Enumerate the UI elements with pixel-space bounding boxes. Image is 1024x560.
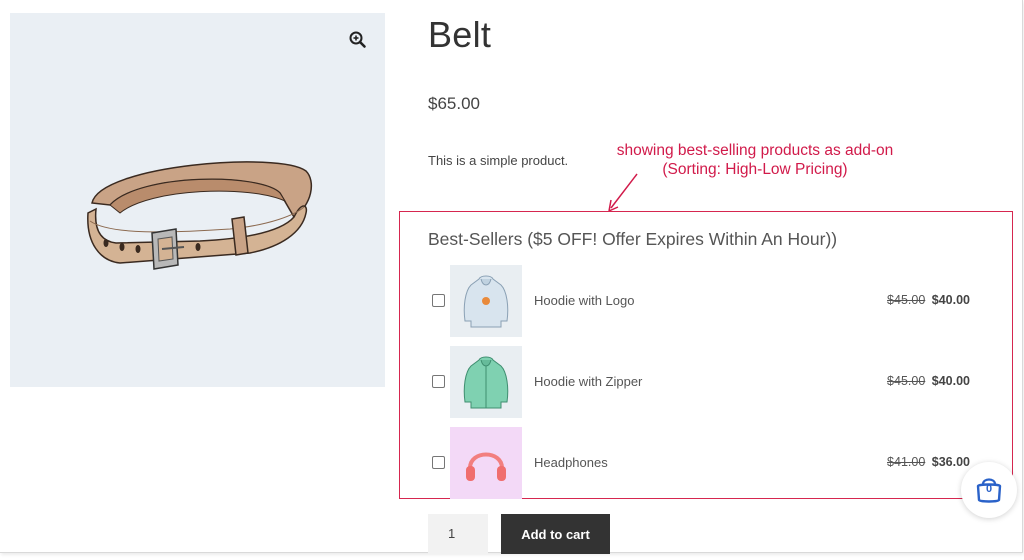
old-price: $41.00: [887, 455, 926, 469]
annotation-line-1: showing best-selling products as add-on: [616, 142, 894, 159]
addon-row-hoodie-logo: Hoodie with Logo $45.00 $40.00: [428, 265, 978, 337]
addon-checkbox[interactable]: [432, 375, 445, 388]
addon-thumbnail[interactable]: [450, 265, 522, 337]
addon-price: $41.00 $36.00: [887, 455, 970, 469]
annotation-arrow: [608, 173, 638, 212]
product-gallery[interactable]: [10, 13, 385, 387]
mini-cart-button[interactable]: 0: [961, 462, 1017, 518]
old-price: $45.00: [887, 374, 926, 388]
sale-price: $36.00: [931, 455, 970, 469]
addon-price: $45.00 $40.00: [887, 293, 970, 307]
product-price: $65.00: [428, 94, 480, 113]
addon-row-hoodie-zipper: Hoodie with Zipper $45.00 $40.00: [428, 346, 978, 418]
hoodie-logo-image: [463, 275, 509, 328]
addon-thumbnail[interactable]: [450, 427, 522, 499]
headphones-image: [466, 452, 506, 481]
addon-name[interactable]: Hoodie with Logo: [534, 293, 634, 308]
addon-checkbox[interactable]: [432, 456, 445, 469]
addon-thumbnail[interactable]: [450, 346, 522, 418]
old-price: $45.00: [887, 293, 926, 307]
addon-checkbox[interactable]: [432, 294, 445, 307]
belt-product-image: [87, 161, 313, 270]
quantity-input[interactable]: 1: [428, 514, 488, 554]
product-description: This is a simple product.: [428, 153, 569, 168]
zoom-in-icon[interactable]: [347, 29, 369, 51]
addon-name[interactable]: Headphones: [534, 455, 608, 470]
add-to-cart-button[interactable]: Add to cart: [501, 514, 610, 554]
cart-count-badge: 0: [985, 483, 993, 495]
sale-price: $40.00: [931, 374, 970, 388]
sale-price: $40.00: [931, 293, 970, 307]
addon-name[interactable]: Hoodie with Zipper: [534, 374, 642, 389]
addon-heading: Best-Sellers ($5 OFF! Offer Expires With…: [428, 229, 838, 249]
addon-price: $45.00 $40.00: [887, 374, 970, 388]
addon-row-headphones: Headphones $41.00 $36.00: [428, 427, 978, 499]
hoodie-zipper-image: [463, 356, 509, 409]
product-title: Belt: [428, 14, 492, 55]
